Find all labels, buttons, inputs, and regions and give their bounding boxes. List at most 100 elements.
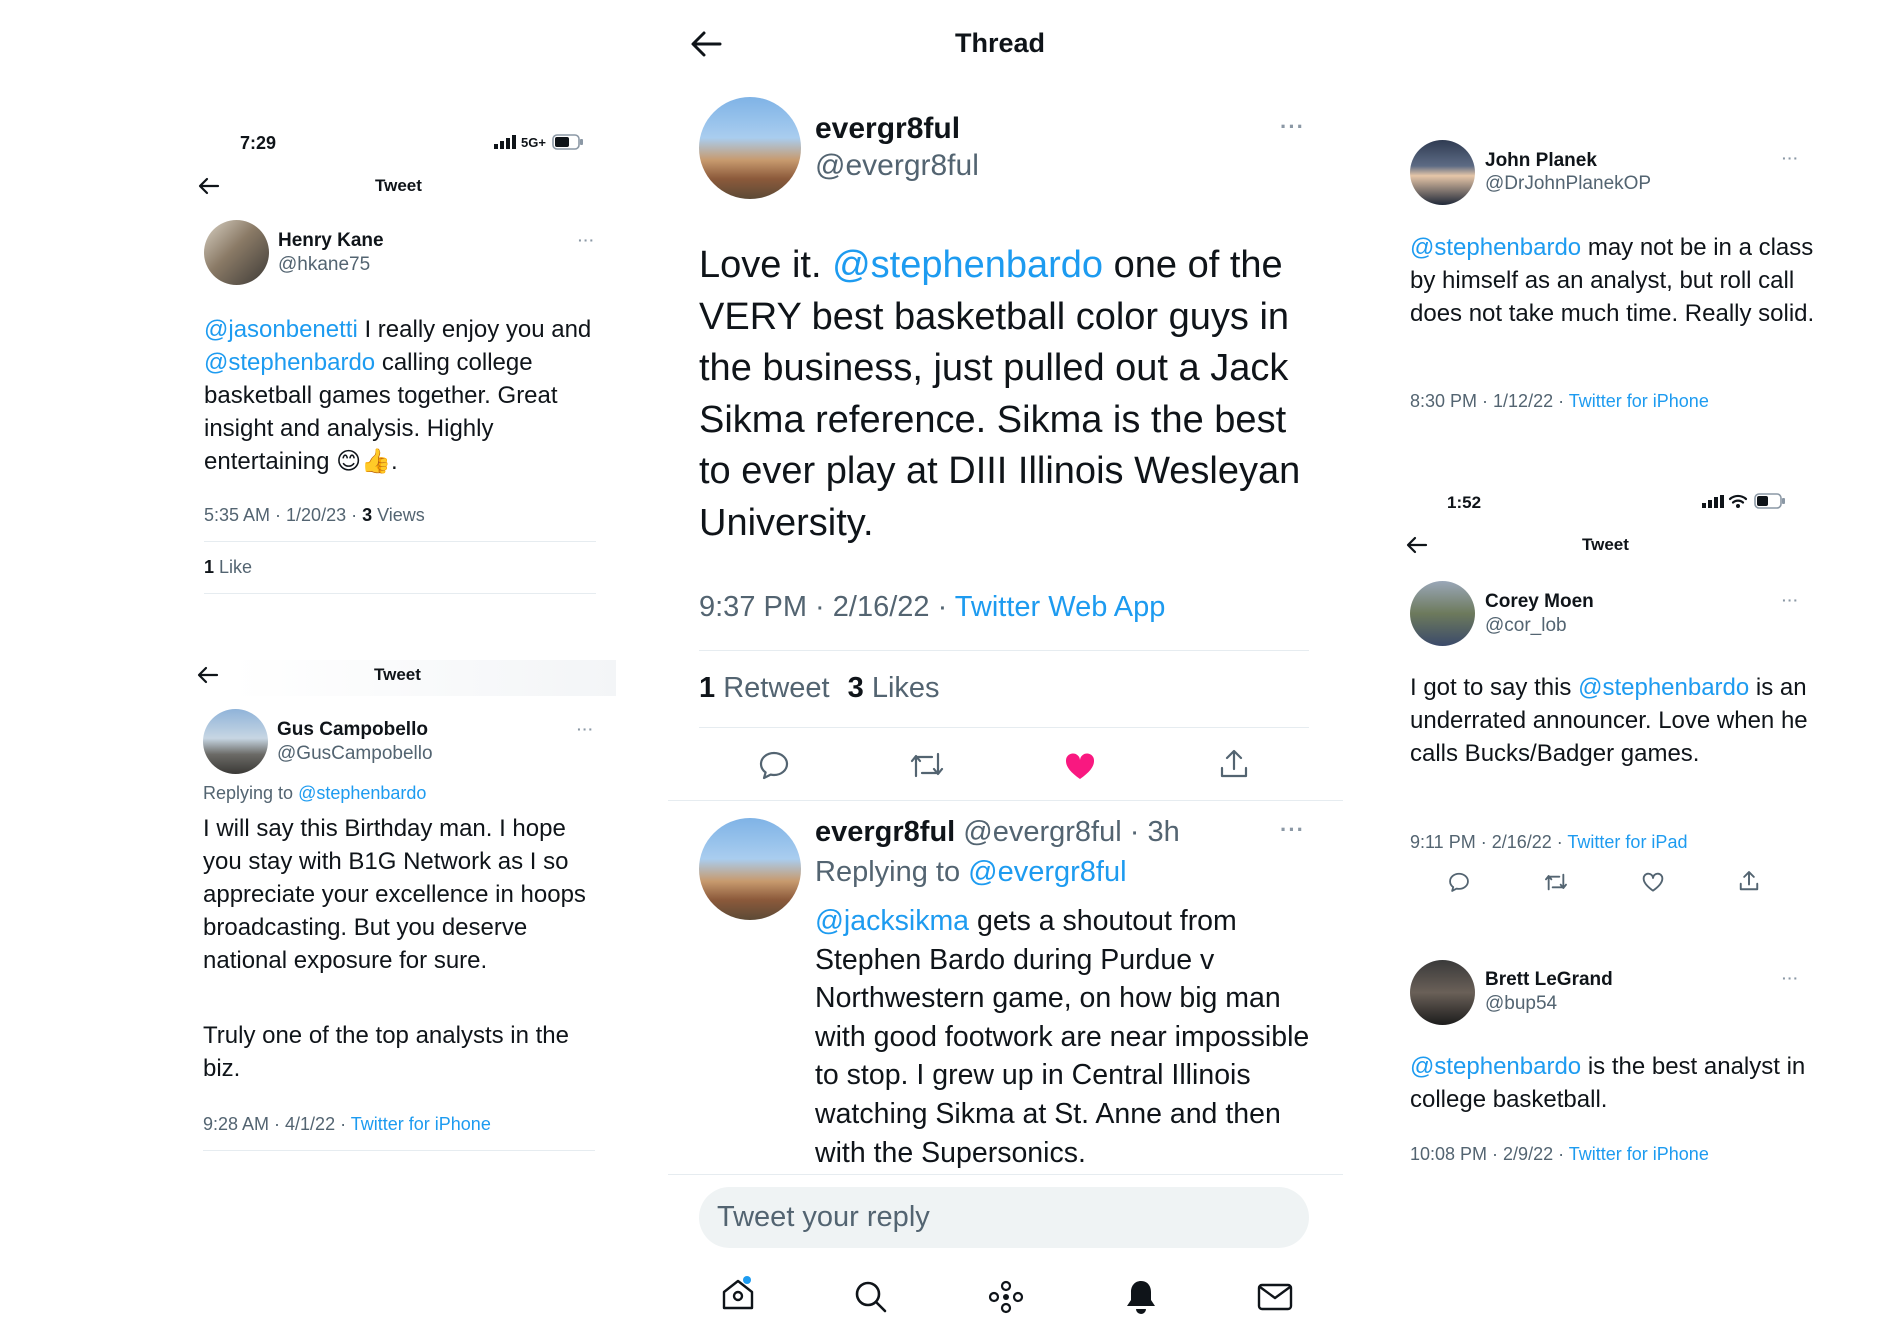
avatar[interactable]: [1410, 960, 1475, 1025]
views-label: Views: [372, 505, 425, 525]
tweet-text: @jacksikma gets a shoutout from Stephen …: [815, 902, 1320, 1172]
likes-label: Like: [214, 557, 253, 577]
replying-label: Replying to: [203, 783, 299, 803]
tweet-timestamp[interactable]: 9:11 PM · 2/16/22 ·: [1410, 832, 1567, 852]
like-icon[interactable]: [1064, 751, 1096, 781]
replying-to: Replying to @evergr8ful: [815, 856, 1127, 889]
reply-icon[interactable]: [758, 749, 790, 781]
replying-handle[interactable]: @evergr8ful: [968, 856, 1126, 888]
tweet-source[interactable]: Twitter for iPad: [1567, 832, 1687, 852]
replying-label: Replying to: [815, 856, 969, 888]
handle[interactable]: @GusCampobello: [277, 743, 433, 765]
share-icon[interactable]: [1218, 748, 1250, 780]
handle[interactable]: @bup54: [1485, 993, 1557, 1015]
status-time: 7:29: [240, 133, 277, 153]
avatar[interactable]: [699, 818, 801, 920]
replying-handle[interactable]: @stephenbardo: [298, 783, 426, 803]
reply-header: evergr8ful @evergr8ful · 3h: [815, 816, 1180, 849]
share-icon[interactable]: [1738, 870, 1760, 892]
display-name[interactable]: Brett LeGrand: [1485, 969, 1613, 991]
like-count: 3: [847, 672, 864, 704]
display-name[interactable]: Henry Kane: [278, 230, 384, 252]
mention-link[interactable]: @stephenbardo: [832, 244, 1103, 286]
spaces-icon[interactable]: [988, 1280, 1024, 1314]
more-icon[interactable]: ···: [1280, 114, 1305, 140]
display-name[interactable]: John Planek: [1485, 150, 1597, 172]
replying-to: Replying to @stephenbardo: [203, 783, 426, 804]
handle[interactable]: @evergr8ful: [815, 149, 979, 183]
mention-link[interactable]: @stephenbardo: [1578, 674, 1749, 701]
avatar[interactable]: [1410, 581, 1475, 646]
likes-stat[interactable]: 1 Like: [204, 557, 252, 578]
handle[interactable]: @cor_lob: [1485, 615, 1567, 637]
likes-count: 1: [204, 557, 215, 577]
retweet-label: Retweet: [715, 672, 830, 704]
more-icon[interactable]: ···: [1782, 970, 1799, 986]
more-icon[interactable]: ···: [1280, 817, 1305, 843]
tweet-timestamp[interactable]: 10:08 PM · 2/9/22 ·: [1410, 1144, 1569, 1164]
notifications-icon[interactable]: [1124, 1278, 1158, 1316]
like-stat[interactable]: 3 Likes: [848, 672, 940, 704]
retweet-icon[interactable]: [909, 750, 945, 780]
divider: [699, 650, 1309, 651]
display-name[interactable]: Gus Campobello: [277, 719, 428, 741]
tweet-timestamp[interactable]: 8:30 PM · 1/12/22 ·: [1410, 391, 1569, 411]
signal-icon: [494, 135, 516, 149]
tweet-meta: 9:28 AM · 4/1/22 · Twitter for iPhone: [203, 1114, 491, 1135]
back-arrow-icon[interactable]: [197, 666, 219, 684]
divider: [203, 1150, 595, 1151]
messages-icon[interactable]: [1257, 1282, 1293, 1312]
tweet-source[interactable]: Twitter for iPhone: [1569, 391, 1709, 411]
tweet-text: Truly one of the top analysts in the biz…: [203, 1022, 569, 1082]
avatar[interactable]: [204, 220, 269, 285]
display-name[interactable]: evergr8ful: [815, 816, 955, 848]
mention-link[interactable]: @jasonbenetti: [204, 316, 358, 343]
status-network: 5G+: [521, 135, 546, 150]
battery-icon: [1754, 493, 1785, 509]
reply-icon[interactable]: [1448, 871, 1470, 893]
tweet-source[interactable]: Twitter for iPhone: [1569, 1144, 1709, 1164]
tweet-source[interactable]: Twitter Web App: [955, 591, 1166, 623]
tweet-text-part: gets a shoutout from Stephen Bardo durin…: [815, 905, 1310, 1169]
handle[interactable]: @hkane75: [278, 254, 370, 276]
mention-link[interactable]: @stephenbardo: [204, 349, 375, 376]
more-icon[interactable]: ···: [1782, 592, 1799, 608]
handle-time[interactable]: @evergr8ful · 3h: [955, 816, 1179, 848]
status-time: 1:52: [1447, 493, 1482, 512]
tweet-text-part: I really enjoy you and: [357, 316, 592, 343]
tweet-timestamp[interactable]: 9:37 PM · 2/16/22 ·: [699, 591, 955, 623]
back-arrow-icon[interactable]: [198, 177, 220, 195]
mention-link[interactable]: @jacksikma: [815, 905, 969, 937]
display-name[interactable]: evergr8ful: [815, 112, 960, 146]
tweet-text: @stephenbardo is the best analyst in col…: [1410, 1050, 1815, 1116]
more-icon[interactable]: ···: [1782, 150, 1799, 166]
tweet-text: @jasonbenetti I really enjoy you and @st…: [204, 313, 604, 478]
like-icon[interactable]: [1642, 872, 1664, 892]
more-icon[interactable]: ···: [578, 232, 595, 248]
retweet-icon[interactable]: [1544, 872, 1568, 892]
search-icon[interactable]: [854, 1280, 888, 1314]
tweet-text: I will say this Birthday man. I hope you…: [203, 815, 586, 974]
back-arrow-icon[interactable]: [690, 30, 722, 58]
reply-input[interactable]: Tweet your reply: [699, 1187, 1309, 1248]
tweet-text-part: I got to say this: [1410, 674, 1579, 701]
tweet-source[interactable]: Twitter for iPhone: [351, 1114, 491, 1134]
retweet-count: 1: [699, 672, 716, 704]
avatar[interactable]: [699, 97, 801, 199]
divider: [204, 541, 596, 542]
display-name[interactable]: Corey Moen: [1485, 591, 1594, 613]
avatar[interactable]: [203, 709, 268, 774]
tweet-meta: 5:35 AM · 1/20/23 · 3 Views: [204, 505, 425, 526]
tweet-timestamp[interactable]: 9:28 AM · 4/1/22 ·: [203, 1114, 351, 1134]
home-icon[interactable]: [720, 1276, 756, 1312]
avatar[interactable]: [1410, 140, 1475, 205]
tweet-timestamp[interactable]: 5:35 AM · 1/20/23 ·: [204, 505, 362, 525]
retweet-stat[interactable]: 1 Retweet: [699, 672, 830, 704]
tweet-text-part: one of the VERY best basketball color gu…: [699, 244, 1301, 544]
mention-link[interactable]: @stephenbardo: [1410, 1053, 1581, 1080]
mention-link[interactable]: @stephenbardo: [1410, 234, 1581, 261]
back-arrow-icon[interactable]: [1406, 536, 1428, 554]
divider: [668, 800, 1343, 801]
handle[interactable]: @DrJohnPlanekOP: [1485, 173, 1651, 195]
more-icon[interactable]: ···: [577, 721, 594, 737]
